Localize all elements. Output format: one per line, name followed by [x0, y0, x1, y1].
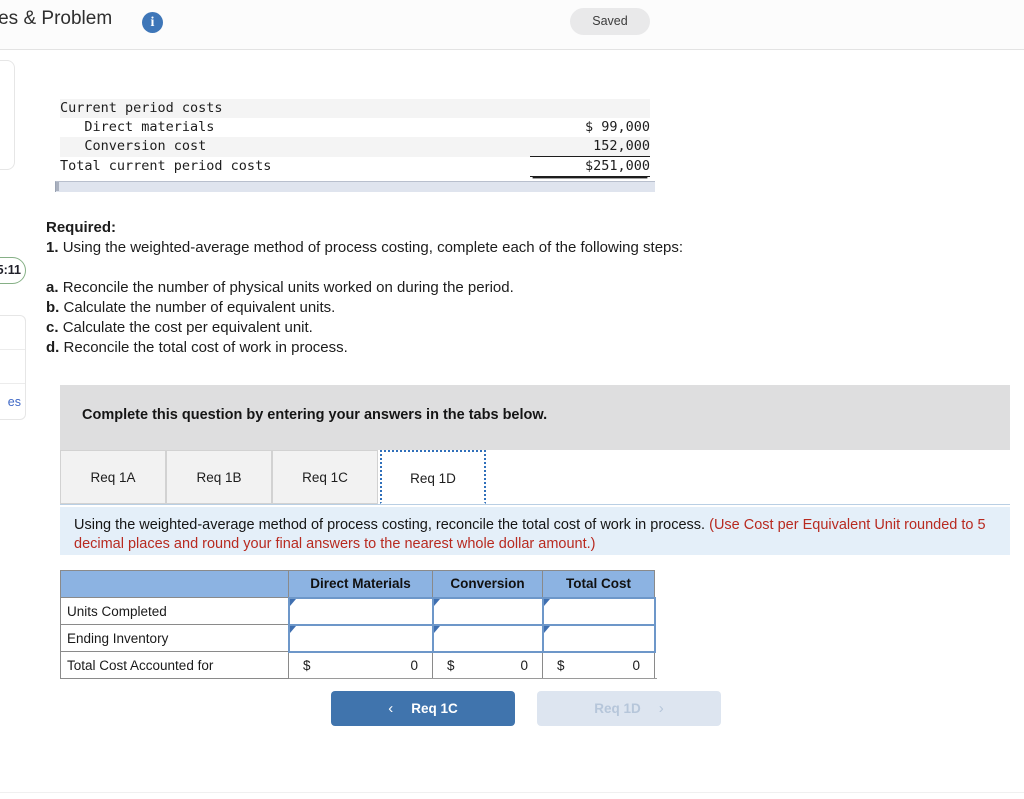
cost-row-value — [530, 99, 650, 118]
references-link[interactable]: es — [0, 384, 25, 419]
answer-input-cell[interactable] — [287, 596, 434, 626]
required-step-text: Calculate the number of equivalent units… — [63, 299, 336, 316]
answer-table-bottom-rule — [289, 678, 657, 681]
required-step-marker: c. — [46, 319, 59, 336]
cost-row-value: 152,000 — [530, 137, 650, 157]
cost-row-label: Direct materials — [60, 119, 215, 135]
tab-req-1d[interactable]: Req 1D — [380, 450, 486, 504]
answer-input-cell[interactable] — [541, 623, 656, 653]
cost-row-label: Total current period costs — [60, 158, 272, 174]
cost-table-row: Current period costs — [60, 99, 650, 118]
answer-table-header-row: Direct Materials Conversion Total Cost — [60, 570, 655, 598]
cost-row-label: Current period costs — [60, 99, 530, 118]
tab-req-1b[interactable]: Req 1B — [166, 450, 272, 504]
total-cell: $0 — [288, 651, 433, 679]
chevron-right-icon: › — [658, 700, 664, 717]
page-title: ercises & Problem — [0, 8, 113, 29]
cost-row-value: $ 99,000 — [584, 119, 650, 135]
row-label: Total Cost Accounted for — [60, 651, 289, 679]
cost-table-row: Direct materials $ 99,000 — [60, 118, 650, 137]
left-rail-row — [0, 316, 25, 350]
required-step-marker: d. — [46, 339, 60, 356]
currency-symbol: $ — [303, 657, 311, 673]
required-step-marker: a. — [46, 279, 59, 296]
required-section: Required: 1. Using the weighted-average … — [46, 218, 946, 358]
column-header-total-cost: Total Cost — [542, 570, 655, 598]
status-badge-saved: Saved — [570, 8, 650, 35]
required-step-marker: b. — [46, 299, 60, 316]
required-intro: 1. Using the weighted-average method of … — [46, 238, 946, 258]
answer-input-cell[interactable] — [287, 623, 434, 653]
question-instruction-banner: Using the weighted-average method of pro… — [60, 507, 1010, 555]
current-period-costs-table: Current period costs Direct materials $ 9… — [60, 99, 650, 177]
required-step: d. Reconcile the total cost of work in p… — [46, 338, 946, 358]
answer-input-cell[interactable] — [431, 596, 544, 626]
info-icon[interactable]: i — [142, 12, 163, 33]
tab-req-1c[interactable]: Req 1C — [272, 450, 378, 504]
left-rail-row — [0, 350, 25, 384]
row-label: Ending Inventory — [60, 624, 289, 652]
total-value: 0 — [520, 657, 528, 673]
column-header-direct-materials: Direct Materials — [288, 570, 433, 598]
required-step-text: Reconcile the total cost of work in proc… — [63, 339, 348, 356]
chevron-left-icon: ‹ — [388, 700, 394, 717]
required-intro-text: Using the weighted-average method of pro… — [62, 239, 684, 256]
total-cell: $0 — [542, 651, 655, 679]
currency-symbol: $ — [557, 657, 565, 673]
required-intro-marker: 1. — [46, 239, 59, 256]
instruction-black-text: Using the weighted-average method of pro… — [74, 517, 706, 533]
currency-symbol: $ — [447, 657, 455, 673]
required-step-text: Calculate the cost per equivalent unit. — [62, 319, 313, 336]
left-rail-card-bottom: es — [0, 315, 26, 420]
answer-input-cell[interactable] — [431, 623, 544, 653]
cost-table-row: Conversion cost 152,000 — [60, 137, 650, 157]
answer-input-cell[interactable] — [541, 596, 656, 626]
answer-table-container: Direct Materials Conversion Total Cost U… — [60, 570, 657, 681]
column-header-conversion: Conversion — [432, 570, 543, 598]
required-step: b. Calculate the number of equivalent un… — [46, 298, 946, 318]
prev-requirement-button[interactable]: ‹ Req 1C — [331, 691, 515, 726]
table-row: Units Completed — [60, 596, 656, 626]
tab-req-1a[interactable]: Req 1A — [60, 450, 166, 504]
next-requirement-label: Req 1D — [594, 701, 641, 716]
next-requirement-button[interactable]: Req 1D › — [537, 691, 721, 726]
answer-table: Direct Materials Conversion Total Cost U… — [60, 570, 656, 679]
required-step-text: Reconcile the number of physical units w… — [62, 279, 514, 296]
requirement-tabs: Req 1A Req 1B Req 1C Req 1D — [60, 450, 1010, 505]
required-step: c. Calculate the cost per equivalent uni… — [46, 318, 946, 338]
timer-badge: 5:11 — [0, 257, 26, 284]
cost-row-label: Conversion cost — [60, 137, 530, 157]
required-heading: Required: — [46, 219, 117, 236]
cost-row-value: $251,000 — [530, 156, 650, 177]
table-row: Ending Inventory — [60, 623, 656, 653]
left-rail-card-top — [0, 60, 15, 170]
table-row: Total Cost Accounted for $0 $0 $0 — [60, 651, 655, 679]
page-bottom-divider — [0, 792, 1024, 793]
top-bar: ercises & Problem i Saved — [0, 0, 1024, 50]
question-instruction-text: Using the weighted-average method of pro… — [74, 516, 1004, 554]
required-step: a. Reconcile the number of physical unit… — [46, 278, 946, 298]
cost-table-row: Total current period costs $251,000 — [60, 156, 650, 177]
horizontal-scrollbar[interactable] — [55, 181, 655, 192]
complete-question-text: Complete this question by entering your … — [82, 407, 548, 423]
complete-question-banner: Complete this question by entering your … — [60, 385, 1010, 450]
total-value: 0 — [632, 657, 640, 673]
prev-requirement-label: Req 1C — [411, 701, 458, 716]
scrollbar-thumb[interactable] — [56, 182, 59, 191]
total-cell: $0 — [432, 651, 543, 679]
answer-table-corner-cell — [60, 570, 289, 598]
total-value: 0 — [410, 657, 418, 673]
row-label: Units Completed — [60, 597, 289, 625]
